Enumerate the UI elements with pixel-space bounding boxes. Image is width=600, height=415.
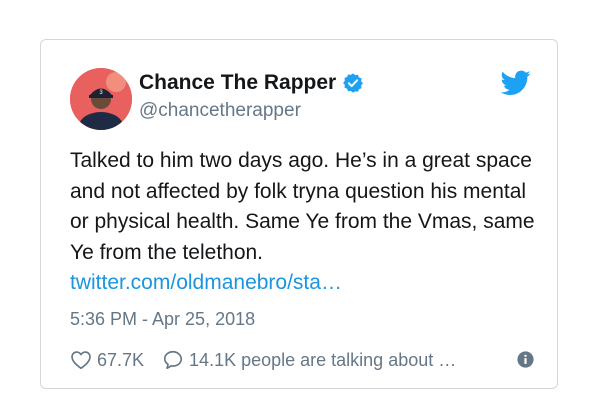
tweet-card: 3 Chance The Rapper @chancetherapper Tal… — [40, 39, 558, 389]
author-name-row[interactable]: Chance The Rapper — [139, 71, 364, 95]
like-count: 67.7K — [97, 349, 145, 370]
info-icon[interactable] — [517, 351, 534, 368]
author-handle[interactable]: @chancetherapper — [139, 100, 301, 122]
tweet-timestamp[interactable]: 5:36 PM - Apr 25, 2018 — [70, 308, 255, 330]
replies-text: 14.1K people are talking about … — [189, 349, 457, 370]
avatar-image: 3 — [70, 68, 132, 130]
reply-conversation-link[interactable]: 14.1K people are talking about … — [162, 349, 456, 371]
avatar[interactable]: 3 — [70, 68, 132, 130]
tweet-body: Talked to him two days ago. He’s in a gr… — [70, 149, 535, 264]
tweet-link[interactable]: twitter.com/oldmanebro/sta… — [70, 271, 342, 294]
tweet-text: Talked to him two days ago. He’s in a gr… — [70, 146, 540, 299]
speech-bubble-icon — [162, 349, 184, 371]
verified-badge-icon — [342, 72, 364, 94]
twitter-bird-icon[interactable] — [500, 70, 531, 96]
author-display-name[interactable]: Chance The Rapper — [139, 71, 336, 95]
heart-icon — [70, 349, 92, 371]
like-button[interactable]: 67.7K — [70, 349, 144, 371]
tweet-actions: 67.7K 14.1K people are talking about … — [70, 346, 534, 374]
